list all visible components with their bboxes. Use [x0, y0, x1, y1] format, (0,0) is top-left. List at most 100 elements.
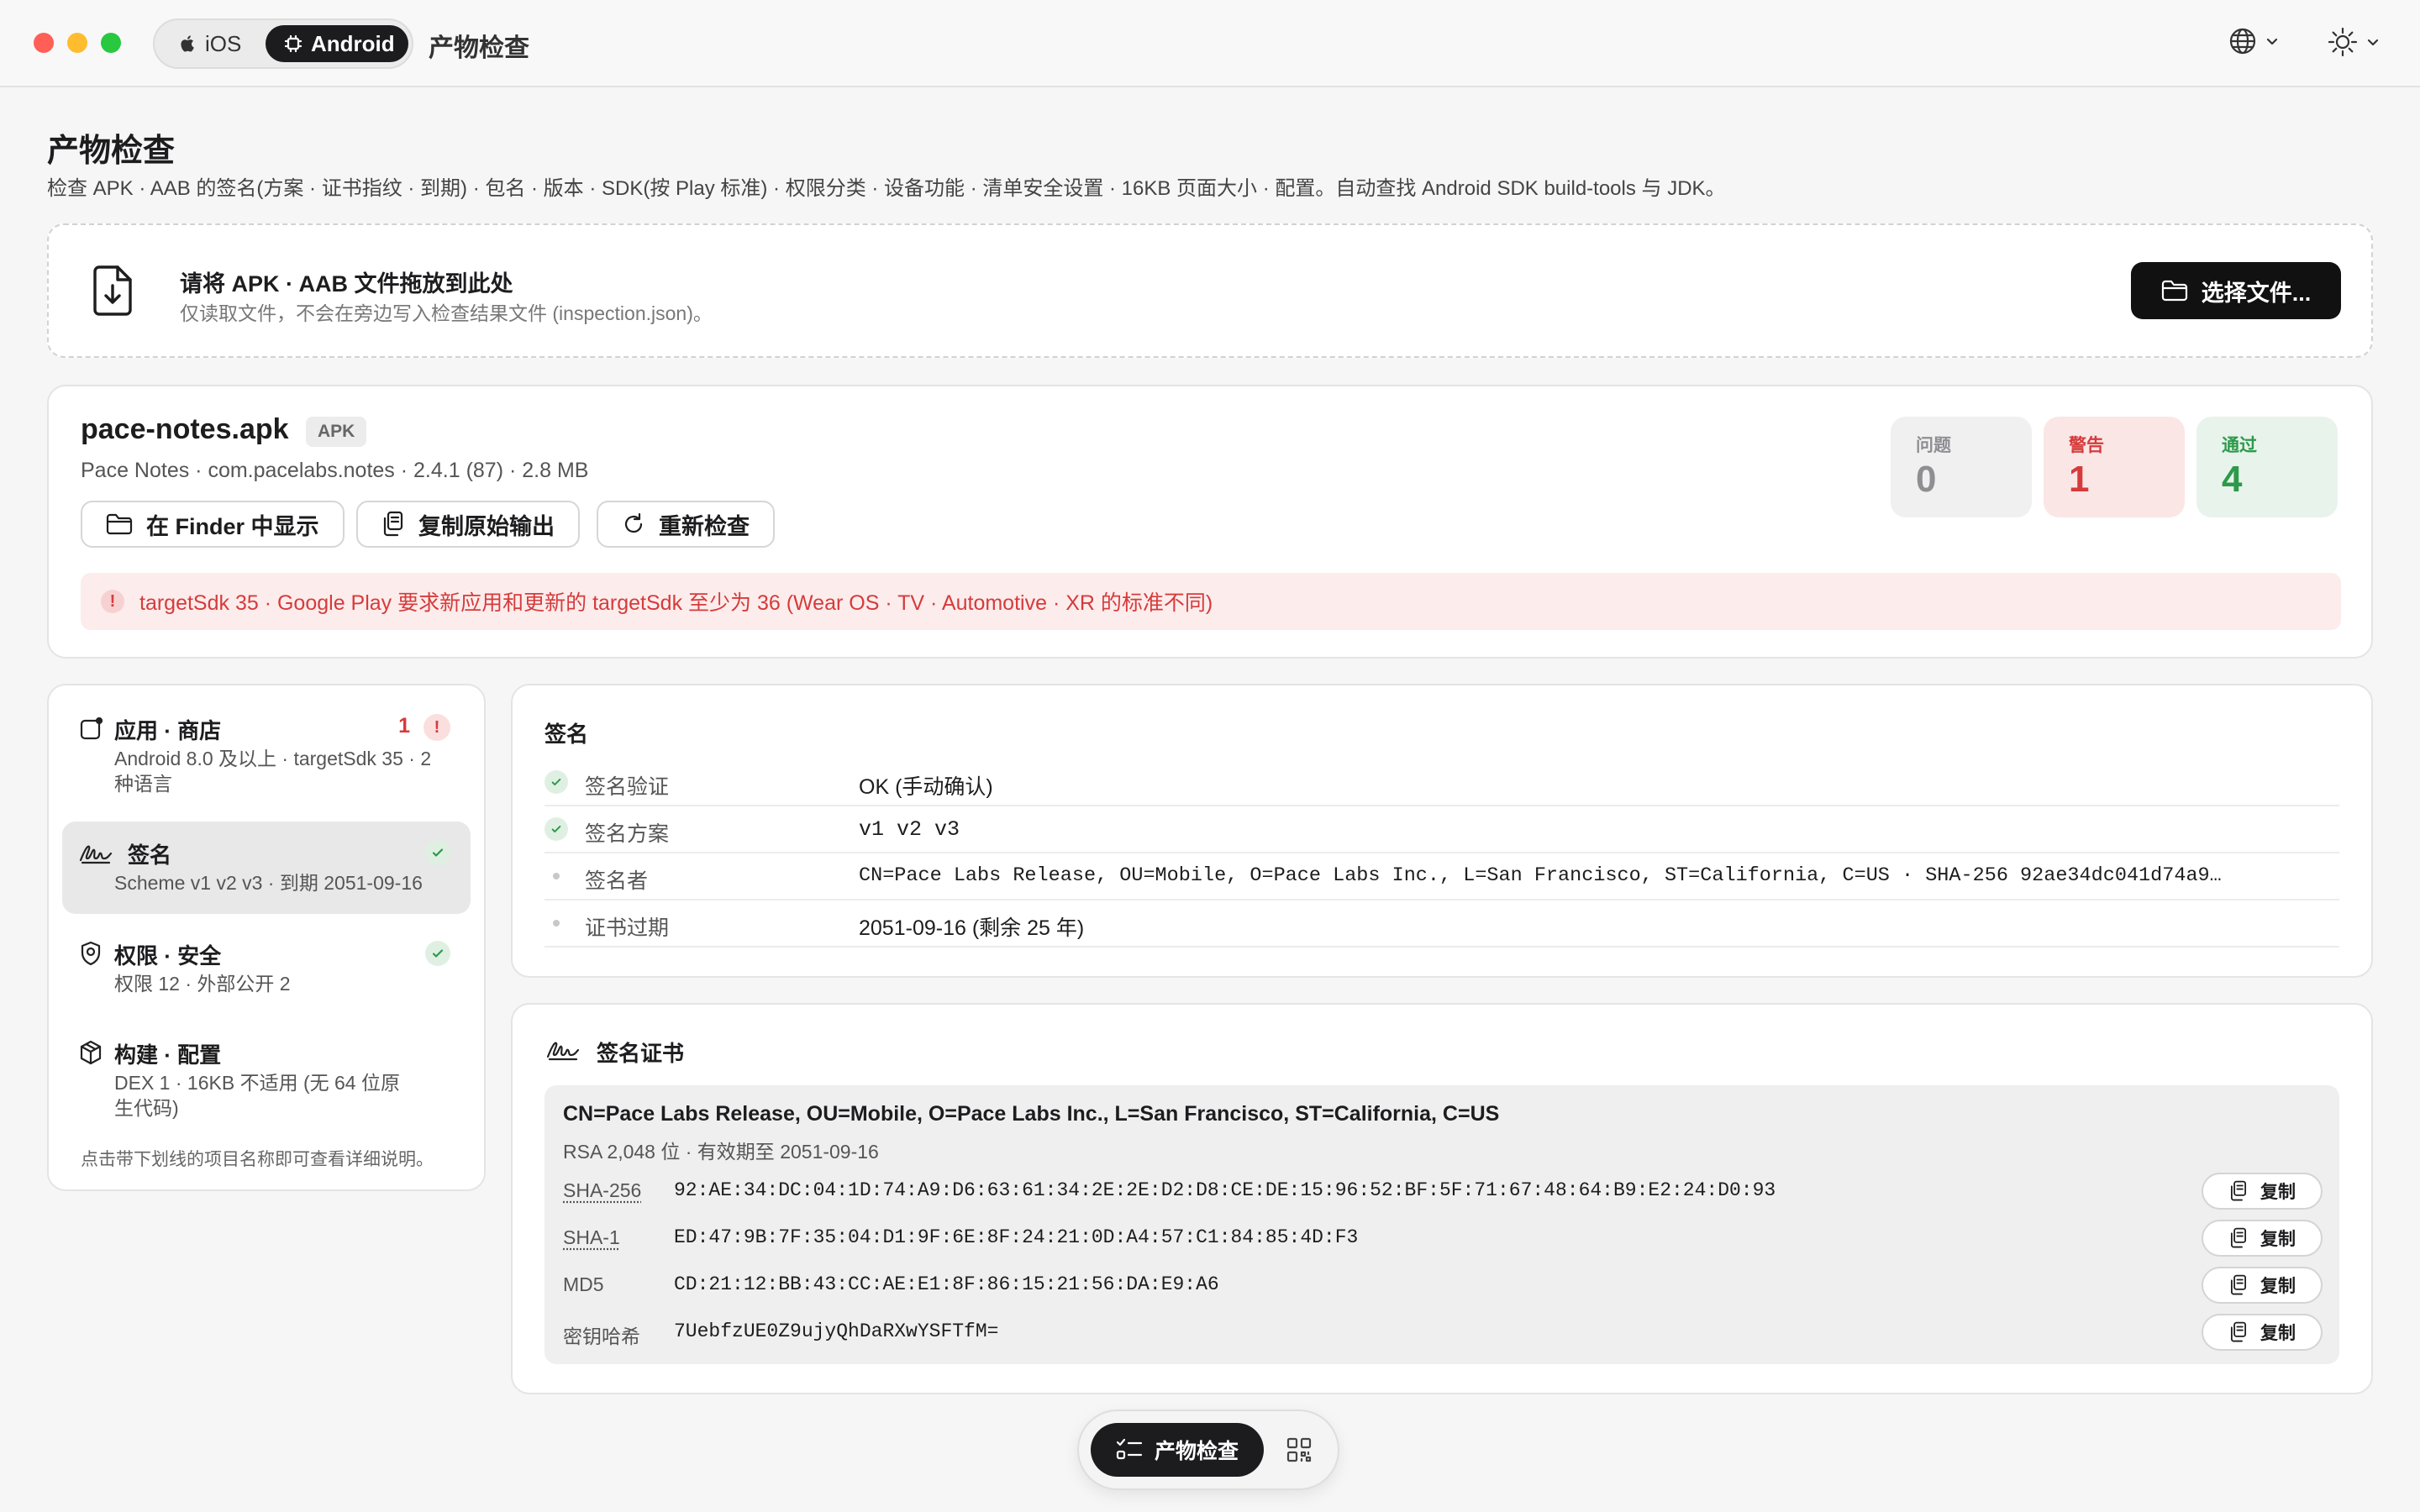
certificate-heading: 签名证书 [597, 1041, 685, 1066]
sidebar-item-subtitle: Scheme v1 v2 v3 · 到期 2051-09-16 [114, 872, 423, 894]
signature-heading: 签名 [544, 722, 589, 747]
fingerprint-key[interactable]: SHA-1 [563, 1226, 620, 1249]
certificate-details: CN=Pace Labs Release, OU=Mobile, O=Pace … [544, 1085, 2339, 1364]
copy-icon [2228, 1274, 2249, 1296]
sun-icon [2328, 27, 2358, 57]
check-icon [544, 817, 568, 841]
fingerprint-value: 7UebfzUE0Z9ujyQhDaRXwYSFTfM= [674, 1320, 999, 1342]
page-subtitle: 检查 APK · AAB 的签名(方案 · 证书指纹 · 到期) · 包名 · … [47, 177, 1726, 200]
sidebar-item-app-store[interactable]: 应用 · 商店 Android 8.0 及以上 · targetSdk 35 ·… [62, 697, 471, 813]
target-sdk-alert: ! targetSdk 35 · Google Play 要求新应用和更新的 t… [81, 573, 2341, 630]
page-title: 产物检查 [47, 134, 176, 169]
warning-icon: ! [424, 714, 450, 741]
refresh-icon [622, 512, 645, 536]
fingerprint-row: 密钥哈希 7UebfzUE0Z9ujyQhDaRXwYSFTfM= 复制 [563, 1310, 2323, 1352]
zoom-window-button[interactable] [101, 33, 121, 53]
box-icon [79, 1040, 103, 1065]
copy-label: 复制 [2260, 1324, 2296, 1343]
fingerprint-key: MD5 [563, 1273, 604, 1295]
artifact-inspect-tab[interactable]: 产物检查 [1091, 1423, 1264, 1477]
choose-file-label: 选择文件... [2201, 280, 2312, 306]
globe-icon [2228, 27, 2257, 55]
issues-stat[interactable]: 问题 0 [1891, 417, 2032, 517]
reveal-in-finder-label: 在 Finder 中显示 [146, 513, 319, 539]
recheck-button[interactable]: 重新检查 [597, 501, 775, 548]
drop-zone-title: 请将 APK · AAB 文件拖放到此处 [180, 271, 513, 297]
signature-row-value: v1 v2 v3 [859, 817, 960, 842]
copy-md5-button[interactable]: 复制 [2202, 1267, 2323, 1304]
issues-stat-value: 0 [1916, 459, 1937, 500]
file-type-badge: APK [306, 417, 367, 447]
passed-stat[interactable]: 通过 4 [2196, 417, 2338, 517]
passed-stat-label: 通过 [2222, 436, 2257, 455]
qr-code-icon[interactable] [1286, 1436, 1313, 1463]
fingerprint-key[interactable]: SHA-256 [563, 1179, 641, 1202]
close-window-button[interactable] [34, 33, 54, 53]
copy-label: 复制 [2260, 1277, 2296, 1296]
platform-tab-android[interactable]: Android [266, 25, 408, 62]
sidebar-item-signature[interactable]: 签名 Scheme v1 v2 v3 · 到期 2051-09-16 [62, 822, 471, 914]
bullet-icon [544, 864, 568, 888]
target-sdk-alert-text: targetSdk 35 · Google Play 要求新应用和更新的 tar… [139, 591, 1213, 615]
certificate-subject: CN=Pace Labs Release, OU=Mobile, O=Pace … [563, 1102, 1500, 1126]
signature-row-key: 证书过期 [585, 916, 670, 940]
signature-row-value: OK (手动确认) [859, 775, 993, 799]
platform-tab-android-label: Android [311, 30, 395, 56]
file-drop-zone[interactable]: 请将 APK · AAB 文件拖放到此处 仅读取文件，不会在旁边写入检查结果文件… [47, 223, 2373, 358]
signature-row: 签名验证 OK (手动确认) [544, 759, 2339, 806]
copy-icon [2228, 1227, 2249, 1249]
file-name: pace-notes.apk [81, 413, 289, 445]
certificate-info: RSA 2,048 位 · 有效期至 2051-09-16 [563, 1141, 879, 1163]
sidebar-item-title: 构建 · 配置 [114, 1042, 222, 1068]
warnings-stat-label: 警告 [2069, 436, 2104, 455]
theme-menu-button[interactable] [2328, 27, 2380, 57]
platform-tab-ios[interactable]: iOS [170, 25, 269, 62]
platform-switcher: iOS Android [153, 18, 413, 69]
apple-icon [180, 34, 197, 53]
copy-raw-output-label: 复制原始输出 [418, 513, 555, 539]
sidebar-item-subtitle: 权限 12 · 外部公开 2 [114, 973, 291, 995]
sidebar-item-subtitle: Android 8.0 及以上 · targetSdk 35 · 2 种语言 [114, 748, 432, 795]
copy-label: 复制 [2260, 1183, 2296, 1202]
folder-icon [106, 513, 133, 535]
copy-key-hash-button[interactable]: 复制 [2202, 1314, 2323, 1351]
category-sidebar: 应用 · 商店 Android 8.0 及以上 · targetSdk 35 ·… [47, 684, 486, 1191]
sidebar-footer-hint: 点击带下划线的项目名称即可查看详细说明。 [81, 1150, 434, 1169]
shield-icon [79, 941, 103, 966]
platform-tab-ios-label: iOS [205, 30, 242, 56]
file-download-icon [91, 264, 134, 318]
android-chip-icon [284, 34, 302, 53]
sidebar-item-permissions[interactable]: 权限 · 安全 权限 12 · 外部公开 2 [62, 922, 471, 1015]
sidebar-item-title: 应用 · 商店 [114, 718, 222, 743]
bullet-icon [544, 911, 568, 935]
copy-icon [2228, 1321, 2249, 1343]
warnings-stat-value: 1 [2069, 459, 2090, 500]
copy-sha256-button[interactable]: 复制 [2202, 1173, 2323, 1210]
copy-sha1-button[interactable]: 复制 [2202, 1220, 2323, 1257]
chevron-down-icon [2366, 35, 2380, 49]
chevron-down-icon [2265, 34, 2279, 48]
signature-row-key: 签名方案 [585, 822, 670, 846]
signature-row-value: 2051-09-16 (剩余 25 年) [859, 916, 1085, 940]
exclamation-icon: ! [101, 590, 124, 613]
sidebar-item-build-config[interactable]: 构建 · 配置 DEX 1 · 16KB 不适用 (无 64 位原生代码) [62, 1021, 471, 1131]
signature-icon [79, 840, 113, 865]
checklist-icon [1116, 1438, 1143, 1462]
sidebar-item-subtitle: DEX 1 · 16KB 不适用 (无 64 位原生代码) [114, 1072, 400, 1119]
signature-row: 证书过期 2051-09-16 (剩余 25 年) [544, 900, 2339, 948]
fingerprint-row: MD5 CD:21:12:BB:43:CC:AE:E1:8F:86:15:21:… [563, 1263, 2323, 1305]
copy-icon [381, 511, 405, 538]
sidebar-item-title: 签名 [128, 843, 172, 868]
fingerprint-value: 92:AE:34:DC:04:1D:74:A9:D6:63:61:34:2E:2… [674, 1179, 1776, 1201]
file-meta: Pace Notes · com.pacelabs.notes · 2.4.1 … [81, 459, 589, 482]
warnings-stat[interactable]: 警告 1 [2044, 417, 2185, 517]
signature-row: 签名者 CN=Pace Labs Release, OU=Mobile, O=P… [544, 853, 2339, 900]
reveal-in-finder-button[interactable]: 在 Finder 中显示 [81, 501, 345, 548]
recheck-label: 重新检查 [659, 513, 750, 539]
fingerprint-value: ED:47:9B:7F:35:04:D1:9F:6E:8F:24:21:0D:A… [674, 1226, 1359, 1248]
copy-raw-output-button[interactable]: 复制原始输出 [356, 501, 580, 548]
minimize-window-button[interactable] [67, 33, 87, 53]
choose-file-button[interactable]: 选择文件... [2131, 262, 2341, 319]
language-menu-button[interactable] [2228, 27, 2279, 55]
warning-count: 1 [398, 714, 410, 738]
